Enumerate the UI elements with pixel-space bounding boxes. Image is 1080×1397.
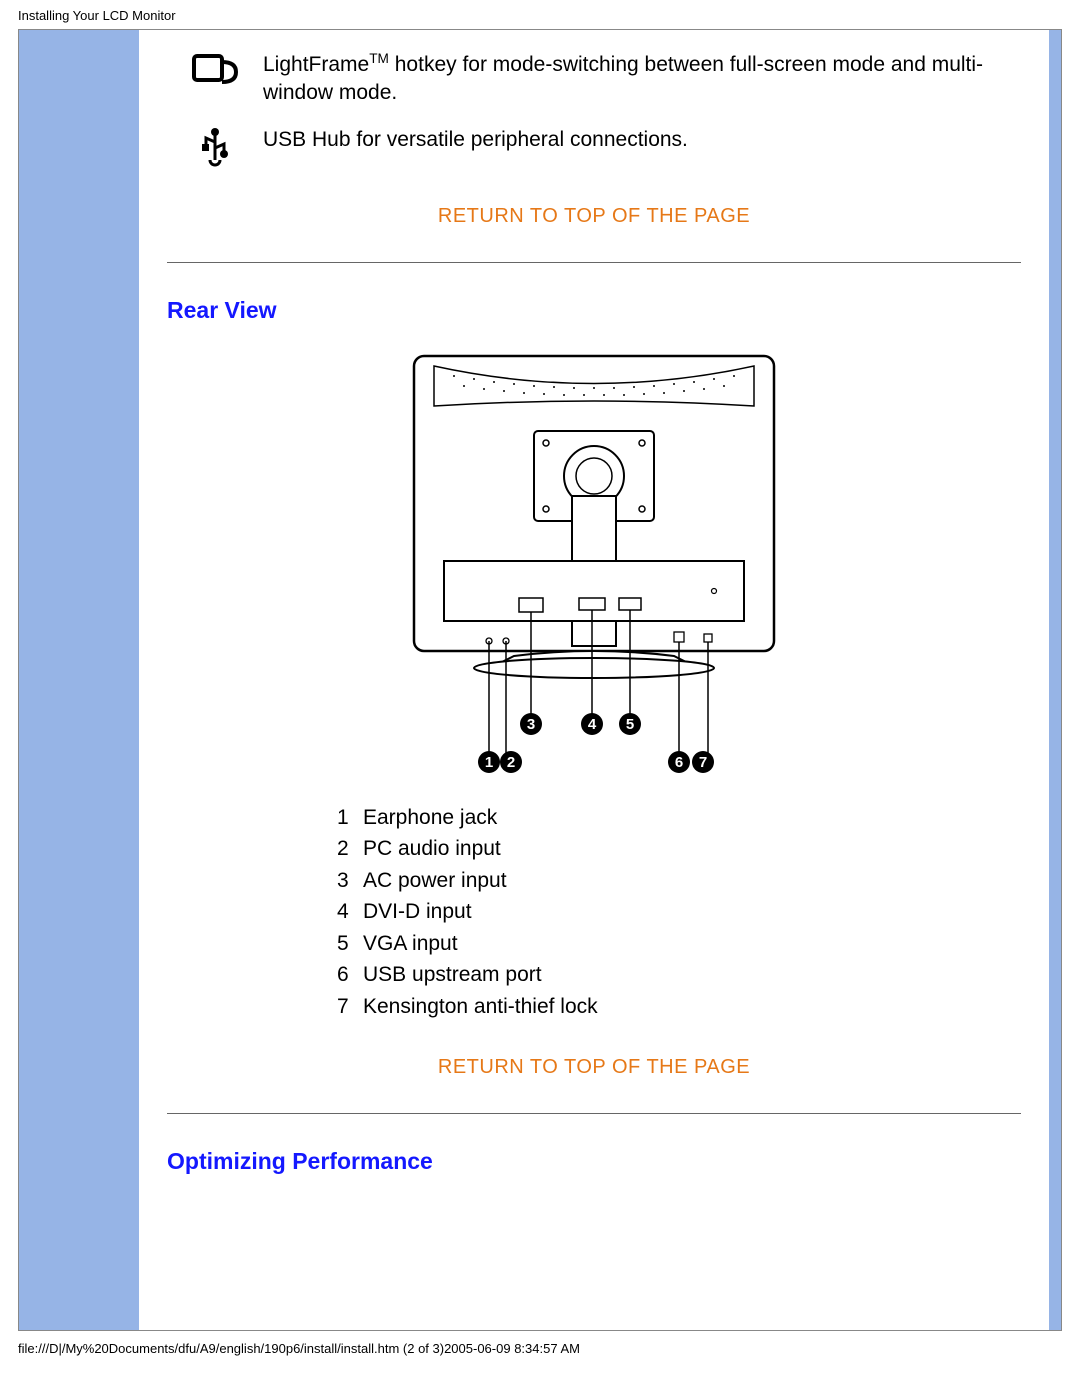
- callout-5: 5: [626, 716, 634, 733]
- callout-1: 1: [485, 754, 493, 771]
- rear-view-heading: Rear View: [167, 297, 1021, 324]
- port-row-7: 7Kensington anti-thief lock: [337, 991, 1021, 1023]
- callout-7: 7: [699, 754, 707, 771]
- page-footer-path: file:///D|/My%20Documents/dfu/A9/english…: [0, 1331, 1080, 1356]
- lightframe-icon: [190, 50, 240, 99]
- port-row-6: 6USB upstream port: [337, 959, 1021, 991]
- usb-icon: [200, 126, 230, 175]
- port-row-2: 2PC audio input: [337, 833, 1021, 865]
- port-row-3: 3AC power input: [337, 865, 1021, 897]
- content-frame: LightFrameTM hotkey for mode-switching b…: [18, 29, 1062, 1331]
- main-content: LightFrameTM hotkey for mode-switching b…: [139, 30, 1061, 1330]
- callout-6: 6: [675, 754, 683, 771]
- sidebar-placeholder: [19, 30, 139, 1330]
- callout-4: 4: [588, 716, 597, 733]
- optimizing-heading: Optimizing Performance: [167, 1148, 1021, 1175]
- rear-view-diagram: 3 4 5 1 2 6 7: [167, 346, 1021, 776]
- port-row-5: 5VGA input: [337, 928, 1021, 960]
- callout-2: 2: [507, 754, 515, 771]
- return-to-top-link-2[interactable]: RETURN TO TOP OF THE PAGE: [167, 1056, 1021, 1079]
- callout-3: 3: [527, 716, 535, 733]
- feature-lightframe-text: LightFrameTM hotkey for mode-switching b…: [263, 50, 1021, 108]
- port-row-4: 4DVI-D input: [337, 896, 1021, 928]
- divider-1: [167, 262, 1021, 263]
- port-row-1: 1Earphone jack: [337, 802, 1021, 834]
- return-to-top-link-1[interactable]: RETURN TO TOP OF THE PAGE: [167, 205, 1021, 228]
- feature-usb: USB Hub for versatile peripheral connect…: [167, 126, 1021, 175]
- page-header: Installing Your LCD Monitor: [0, 0, 1080, 29]
- port-list: 1Earphone jack 2PC audio input 3AC power…: [167, 802, 1021, 1023]
- feature-usb-text: USB Hub for versatile peripheral connect…: [263, 126, 1021, 154]
- feature-lightframe: LightFrameTM hotkey for mode-switching b…: [167, 50, 1021, 108]
- divider-2: [167, 1113, 1021, 1114]
